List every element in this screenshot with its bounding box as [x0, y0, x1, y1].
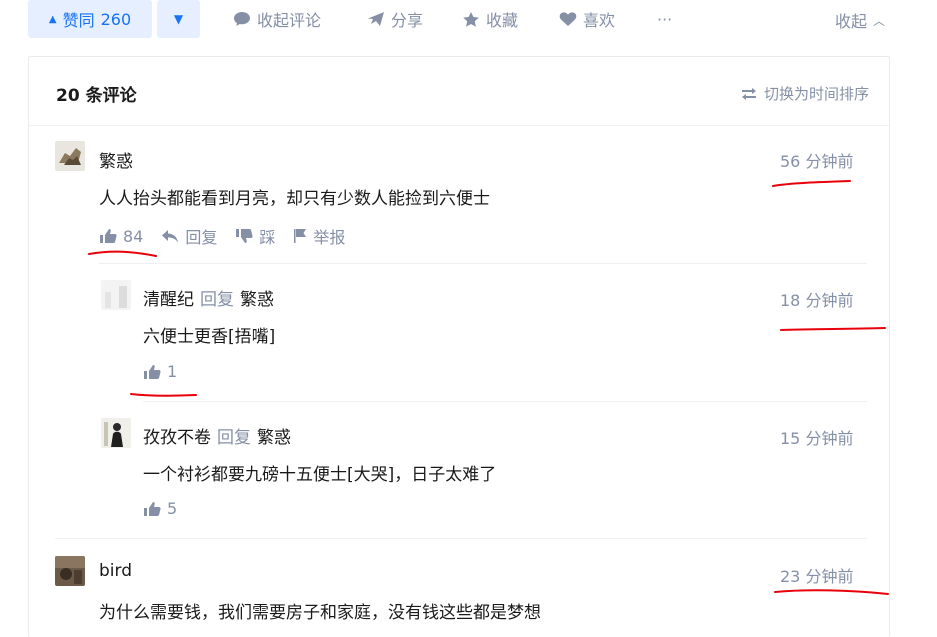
vote-up-count: 260: [100, 9, 132, 29]
triangle-down-icon: ▼: [173, 12, 184, 26]
thumbs-up-icon: [144, 501, 161, 516]
chevron-up-icon: ︿: [872, 13, 885, 28]
share-plane-icon: [368, 12, 384, 26]
heart-icon: [559, 12, 577, 26]
comment-like-button[interactable]: 84: [99, 227, 143, 246]
star-icon: [463, 11, 479, 27]
comment-reply-button[interactable]: 回复: [161, 224, 217, 248]
avatar[interactable]: [101, 280, 131, 310]
comment-actions: 84 回复 踩 举报: [99, 224, 363, 248]
triangle-up-icon: ▲: [48, 13, 57, 25]
annotation-underline: [772, 180, 851, 187]
reply-to-author[interactable]: 繁惑: [257, 428, 291, 448]
flag-icon: [294, 229, 307, 243]
comment-author: 清醒纪 回复 繁惑: [143, 285, 274, 310]
more-dots-icon: ···: [657, 9, 673, 29]
comment-content: 人人抬头都能看到月亮，却只有少数人能捡到六便士: [99, 189, 490, 209]
reply-to-author[interactable]: 繁惑: [240, 290, 274, 310]
thumbs-up-icon: [144, 364, 161, 379]
collapse-comments-button[interactable]: 收起评论: [233, 8, 321, 30]
comment-author[interactable]: bird: [99, 561, 132, 581]
vote-up-label: 赞同: [62, 11, 95, 30]
comment-time: 56 分钟前: [780, 152, 854, 171]
comments-count: 20 条评论: [56, 86, 137, 106]
collapse-answer-button[interactable]: 收起 ︿: [835, 8, 885, 32]
reply-word: 回复: [217, 428, 251, 448]
comment-report-button[interactable]: 举报: [293, 224, 345, 248]
comment-author[interactable]: 繁惑: [99, 147, 133, 172]
share-button[interactable]: 分享: [367, 8, 423, 30]
comment-content: 六便士更香[捂嘴]: [143, 327, 276, 347]
avatar[interactable]: [55, 141, 85, 171]
comment-actions: 1: [143, 362, 195, 381]
reply-author[interactable]: 清醒纪: [143, 290, 194, 310]
comments-header: 20 条评论 切换为时间排序: [29, 57, 889, 126]
vote-down-button[interactable]: ▼: [157, 0, 200, 38]
comment-author: 孜孜不卷 回复 繁惑: [143, 423, 291, 448]
reply-arrow-icon: [162, 230, 179, 243]
comment-time: 18 分钟前: [780, 291, 854, 310]
more-button[interactable]: ···: [657, 8, 672, 30]
comment-divider: [99, 263, 867, 264]
swap-arrows-icon: [741, 87, 756, 100]
comment-divider: [143, 401, 867, 402]
avatar[interactable]: [101, 418, 131, 448]
annotation-underline: [88, 250, 157, 257]
comment-like-button[interactable]: 1: [143, 362, 177, 381]
comment-content: 一个衬衫都要九磅十五便士[大哭]，日子太难了: [143, 465, 497, 485]
comment-time: 23 分钟前: [780, 567, 854, 586]
reply-author[interactable]: 孜孜不卷: [143, 428, 211, 448]
vote-up-button[interactable]: ▲ 赞同 260: [28, 0, 152, 38]
comment-dislike-button[interactable]: 踩: [235, 224, 275, 248]
answer-action-bar: ▲ 赞同 260 ▼ 收起评论 分享 收藏 喜欢 ··· 收起 ︿: [0, 0, 937, 40]
favorite-button[interactable]: 收藏: [462, 8, 518, 30]
avatar[interactable]: [55, 556, 85, 586]
comment-time: 15 分钟前: [780, 429, 854, 448]
like-button[interactable]: 喜欢: [559, 8, 615, 30]
thumbs-down-icon: [236, 229, 253, 243]
comment-actions: 5: [143, 499, 195, 518]
reply-word: 回复: [200, 290, 234, 310]
comment-content: 为什么需要钱，我们需要房子和家庭，没有钱这些都是梦想: [99, 603, 541, 623]
annotation-underline: [774, 589, 889, 595]
comment-bubble-icon: [234, 12, 250, 26]
annotation-underline: [130, 393, 197, 397]
thumbs-up-icon: [100, 229, 117, 243]
annotation-underline: [780, 327, 886, 331]
sort-toggle-button[interactable]: 切换为时间排序: [740, 83, 869, 104]
comment-divider: [55, 538, 867, 539]
comment-like-button[interactable]: 5: [143, 499, 177, 518]
